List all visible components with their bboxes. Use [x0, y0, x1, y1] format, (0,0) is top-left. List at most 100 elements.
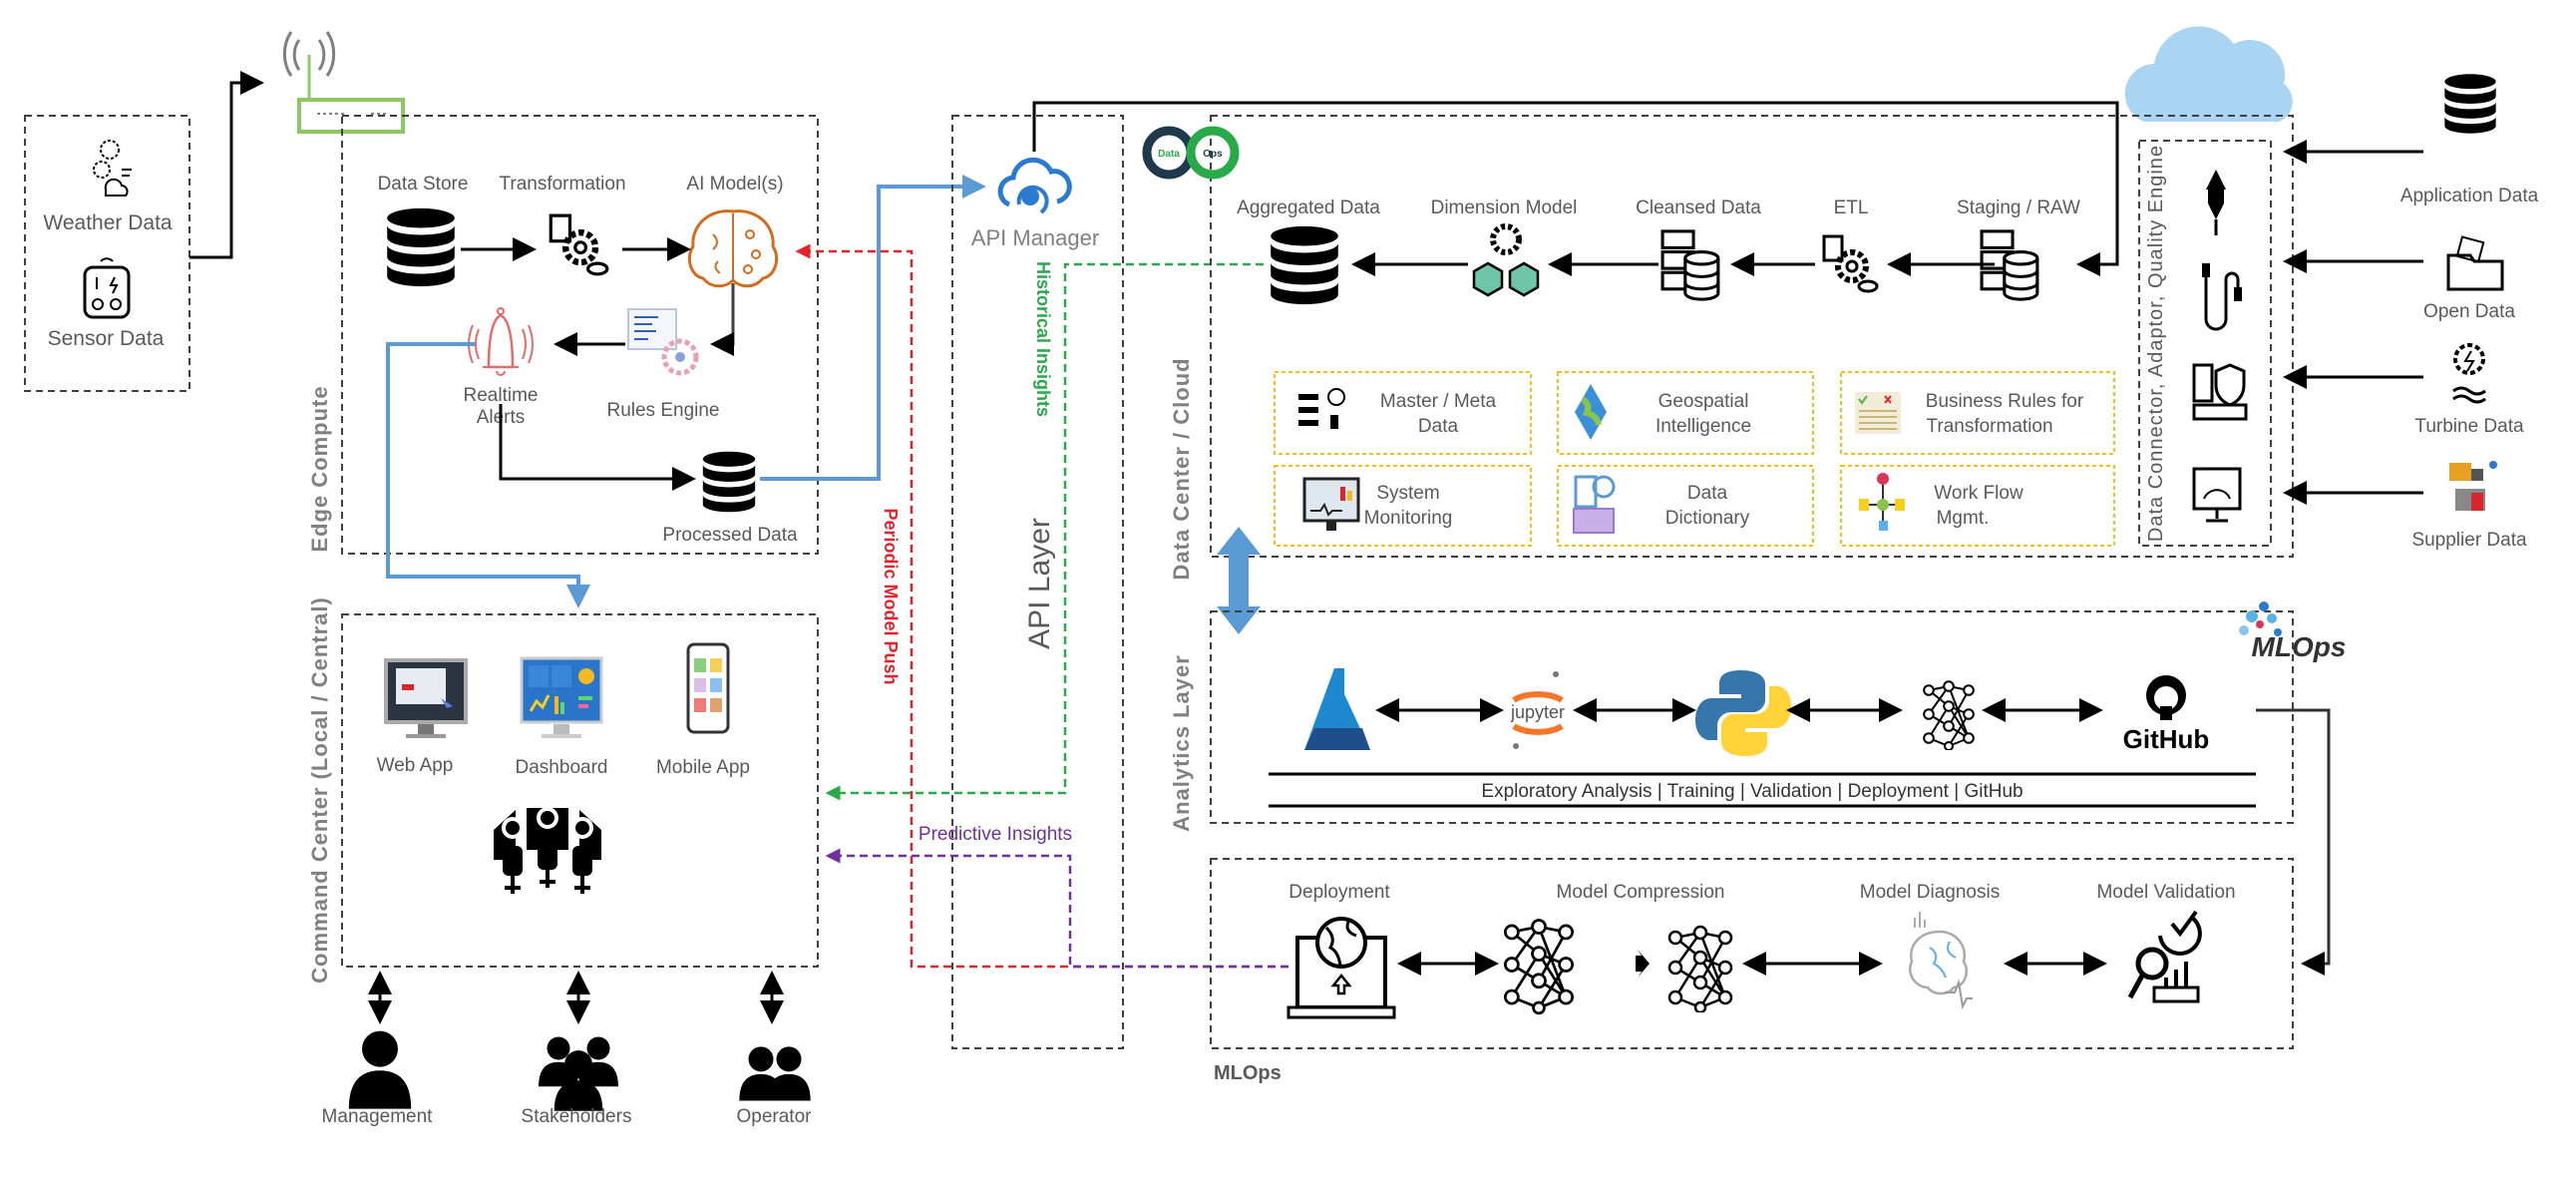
mobile-app-label: Mobile App [656, 757, 750, 778]
svg-text:Mgmt.: Mgmt. [1937, 508, 1990, 529]
supplier-data-label: Supplier Data [2411, 530, 2527, 551]
operator-icon [739, 1046, 811, 1101]
turbine-data-icon [2452, 343, 2486, 404]
github-to-validation-arrow [2256, 708, 2331, 976]
cable-icon [2202, 263, 2242, 331]
large-network-icon [1503, 919, 1575, 1015]
ai-models-label: AI Model(s) [686, 174, 783, 195]
tile-system-monitoring: System Monitoring [1274, 465, 1532, 547]
svg-text:Monitoring: Monitoring [1364, 508, 1453, 529]
compression-arrow-icon [1636, 950, 1650, 978]
open-data-label: Open Data [2423, 301, 2515, 322]
tile-workflow-mgmt: Work Flow Mgmt. [1840, 465, 2115, 547]
mlops-step-model-diagnosis: Model Diagnosis [1860, 882, 2000, 903]
github-icon[interactable]: GitHub [2123, 675, 2210, 754]
svg-text:Business Rules for: Business Rules for [1926, 391, 2084, 412]
pipeline-label-cleansed: Cleansed Data [1636, 197, 1761, 218]
architecture-diagram: Weather Data Sensor Data Edge Compute Da… [24, 26, 2539, 1127]
analytics-layer-title: Analytics Layer [1169, 654, 1194, 832]
api-layer-title: API Layer [1023, 518, 1056, 649]
cleansed-data-icon [1660, 229, 1720, 301]
data-store-label: Data Store [378, 174, 469, 195]
realtime-alerts-label-line1: Realtime [464, 385, 539, 406]
dimension-model-icon [1472, 223, 1540, 297]
ai-brain-icon [687, 209, 779, 288]
transformation-label: Transformation [499, 174, 625, 195]
mlops-step-deployment: Deployment [1288, 882, 1390, 903]
mobile-app-icon[interactable] [686, 642, 730, 734]
predictive-insights-label: Predictive Insights [919, 824, 1072, 845]
tile-geospatial-intelligence: Geospatial Intelligence [1557, 371, 1814, 455]
model-diagnosis-brain-icon [1909, 912, 1973, 1010]
historical-insights-label: Historical Insights [1033, 261, 1053, 417]
pipeline-label-staging: Staging / RAW [1957, 197, 2080, 218]
dashboard-icon[interactable] [520, 656, 603, 738]
source-to-gateway-arrow [189, 71, 264, 259]
monitor-dashboard-icon [2192, 467, 2242, 523]
svg-text:Data: Data [1158, 149, 1180, 160]
rules-engine-label: Rules Engine [606, 400, 719, 421]
etl-gear-icon [1824, 236, 1877, 291]
processed-to-api-arrow [760, 175, 986, 481]
svg-text:Work Flow: Work Flow [1934, 483, 2024, 504]
tile-master-meta-data: Master / Meta Data [1274, 371, 1532, 455]
ai-to-rules-arrow [710, 283, 735, 356]
svg-text:Geospatial: Geospatial [1658, 391, 1749, 412]
dataops-logo: Data Ops [1142, 126, 1240, 180]
python-icon[interactable] [1695, 670, 1791, 756]
pipeline-label-etl: ETL [1834, 197, 1869, 218]
sensor-data-label: Sensor Data [48, 327, 165, 350]
pipeline-label-dimension: Dimension Model [1431, 197, 1578, 218]
meeting-icon [494, 807, 601, 894]
processed-data-label: Processed Data [662, 525, 798, 546]
data-center-title: Data Center / Cloud [1169, 357, 1194, 580]
processed-data-icon [702, 451, 756, 513]
aggregated-data-icon [1271, 225, 1338, 305]
application-data-label: Application Data [2400, 186, 2539, 206]
open-data-icon [2446, 235, 2504, 291]
svg-text:System: System [1376, 483, 1439, 504]
svg-text:Data: Data [1418, 416, 1459, 437]
api-to-staging-arrow [1032, 101, 2119, 276]
mlops-step-model-validation: Model Validation [2096, 882, 2235, 903]
api-manager-label: API Manager [971, 225, 1099, 250]
management-icon [348, 1030, 412, 1109]
web-app-icon[interactable] [384, 658, 468, 738]
deployment-laptop-icon [1287, 917, 1396, 1019]
supplier-data-icon [2449, 461, 2497, 511]
model-validation-icon [2127, 910, 2202, 1003]
svg-text:Dictionary: Dictionary [1665, 508, 1750, 529]
svg-text:Transformation: Transformation [1926, 416, 2052, 437]
azure-ml-icon[interactable] [1304, 668, 1370, 750]
management-label: Management [322, 1106, 434, 1127]
tile-business-rules: Business Rules for Transformation [1840, 371, 2115, 455]
mlops-title: MLOps [1214, 1062, 1282, 1084]
data-store-icon [387, 207, 455, 287]
svg-text:jupyter: jupyter [1510, 702, 1565, 722]
datacenter-analytics-double-arrow [1217, 527, 1261, 634]
plug-icon [2206, 170, 2226, 235]
jupyter-icon[interactable]: jupyter [1510, 671, 1565, 749]
svg-text:Intelligence: Intelligence [1656, 416, 1751, 437]
application-data-icon [2444, 74, 2496, 134]
mlops-step-model-compression: Model Compression [1557, 882, 1725, 903]
dashboard-label: Dashboard [516, 757, 608, 778]
rules-engine-icon [627, 308, 699, 376]
data-connector-title: Data Connector, Adaptor, Quality Engine [2145, 145, 2167, 542]
cloud-icon [2124, 26, 2293, 122]
predictive-insights-flow [825, 848, 1288, 969]
periodic-model-push-label: Periodic Model Push [881, 508, 901, 684]
weather-data-label: Weather Data [43, 211, 172, 234]
stakeholders-label: Stakeholders [522, 1106, 632, 1127]
api-manager-cloud-icon[interactable] [997, 157, 1072, 214]
server-shield-icon [2192, 363, 2248, 421]
alerts-to-command-arrow [386, 342, 590, 608]
rules-checklist-icon [1855, 392, 1901, 434]
svg-text:Data: Data [1687, 483, 1728, 504]
alert-bell-icon [468, 307, 534, 376]
compressed-network-icon [1667, 925, 1733, 1012]
neural-network-icon[interactable] [1923, 680, 1975, 750]
analytics-caption: Exploratory Analysis | Training | Valida… [1481, 781, 2023, 802]
tile-data-dictionary: Data Dictionary [1557, 465, 1814, 547]
sensor-icon [83, 257, 131, 319]
